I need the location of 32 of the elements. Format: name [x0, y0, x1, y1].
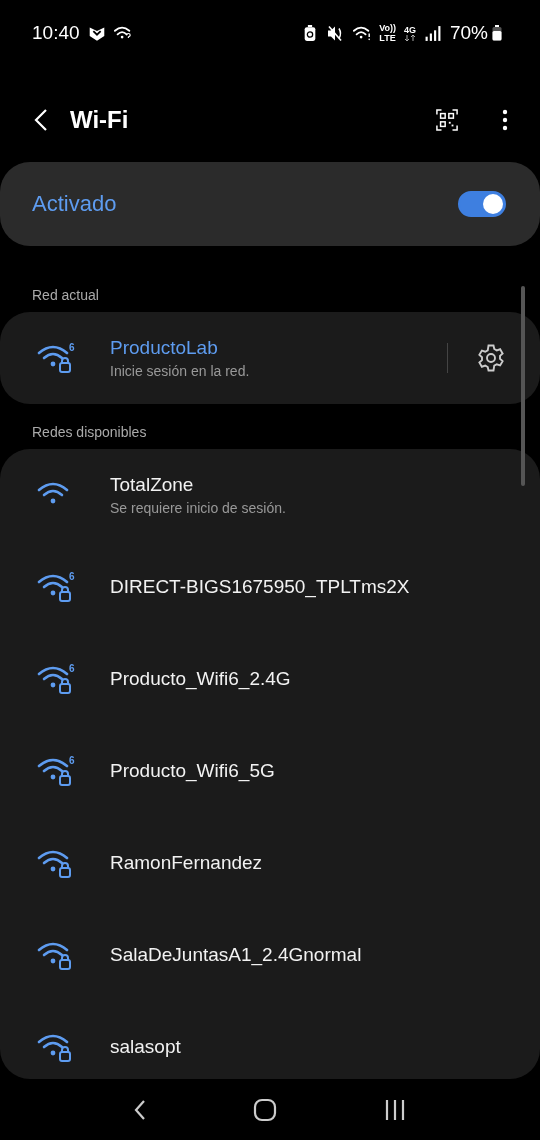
signal-icon: [423, 24, 442, 42]
volte-label: Vo)): [379, 23, 396, 33]
network-name: ProductoLab: [110, 337, 219, 359]
switch-label: Activado: [32, 191, 117, 217]
clock: 10:40: [32, 22, 80, 44]
current-network-card[interactable]: 6 ProductoLab Inicie sesión en la red.: [0, 312, 540, 404]
network-type-label: 4G: [403, 25, 416, 35]
network-item[interactable]: 6 DIRECT-BIGS1675950_TPLTms2X: [0, 541, 540, 633]
network-name: TotalZone: [110, 474, 195, 496]
network-status: Inicie sesión en la red.: [110, 363, 251, 379]
network-item[interactable]: TotalZone Se requiere inicio de sesión.: [0, 449, 540, 541]
toggle-switch[interactable]: [458, 191, 506, 217]
data-arrows-icon: [403, 35, 416, 41]
lte-label: LTE: [379, 33, 396, 43]
network-name: Producto_Wifi6_2.4G: [110, 668, 292, 690]
network-item[interactable]: SalaDeJuntasA1_2.4Gnormal: [0, 909, 540, 1001]
network-name: SalaDeJuntasA1_2.4Gnormal: [110, 944, 363, 966]
network-status: Se requiere inicio de sesión.: [110, 500, 287, 516]
wifi-alert-icon: [353, 24, 372, 42]
page-title: Wi-Fi: [70, 106, 130, 134]
battery-icon: [492, 25, 502, 41]
network-item[interactable]: 6 Producto_Wifi6_5G: [0, 725, 540, 817]
network-name: RamonFernandez: [110, 852, 264, 874]
battery-percent: 70%: [449, 22, 488, 44]
network-name: DIRECT-BIGS1675950_TPLTms2X: [110, 576, 411, 598]
network-item[interactable]: 6 Producto_Wifi6_2.4G: [0, 633, 540, 725]
network-item[interactable]: salasopt: [0, 1001, 540, 1079]
section-header: Redes disponibles: [31, 423, 148, 442]
network-name: salasopt: [110, 1036, 182, 1058]
network-name: Producto_Wifi6_5G: [110, 760, 276, 782]
section-header: Red actual: [31, 286, 100, 305]
network-item[interactable]: RamonFernandez: [0, 817, 540, 909]
